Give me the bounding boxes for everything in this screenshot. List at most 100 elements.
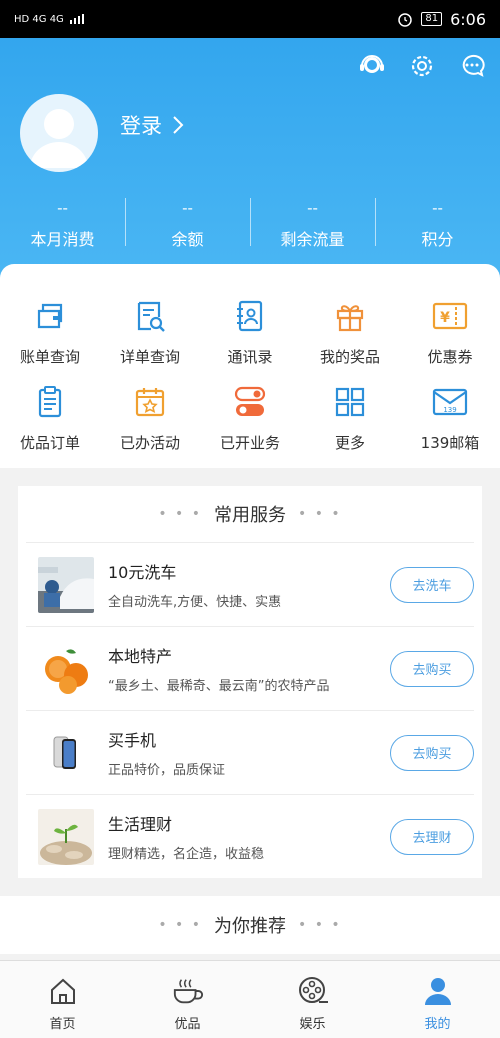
- clipboard-icon: [30, 382, 70, 422]
- grid-label: 优惠券: [427, 348, 473, 366]
- grid-item-coupons[interactable]: ¥ 优惠券: [400, 296, 500, 367]
- go-carwash-button[interactable]: 去洗车: [390, 566, 474, 603]
- grid-item-detail-search[interactable]: 详单查询: [100, 296, 200, 367]
- chevron-right-icon: [173, 116, 184, 134]
- bill-icon: [30, 296, 70, 336]
- detail-search-icon: [130, 296, 170, 336]
- stat-value: --: [182, 199, 193, 217]
- coffee-cup-icon: [172, 975, 204, 1007]
- tab-entertainment[interactable]: 娱乐: [250, 961, 375, 1038]
- svg-text:¥: ¥: [440, 310, 450, 326]
- recommend-section-title: • • • 为你推荐 • • •: [0, 896, 500, 954]
- grid-item-more[interactable]: 更多: [300, 382, 400, 453]
- contacts-icon: [230, 296, 270, 336]
- battery-level: 81: [421, 12, 443, 26]
- grid-item-contacts[interactable]: 通讯录: [200, 296, 300, 367]
- film-reel-icon: [297, 975, 329, 1007]
- grid-label: 已开业务: [219, 434, 280, 452]
- phone-thumbnail: [38, 724, 94, 781]
- title-dots-right: • • •: [298, 506, 342, 522]
- grid-label: 详单查询: [119, 348, 180, 366]
- service-row-phone[interactable]: 买手机 正品特价，品质保证 去购买: [26, 710, 474, 794]
- stat-remaining-data[interactable]: -- 剩余流量: [250, 196, 375, 250]
- grid-label: 已办活动: [119, 434, 180, 452]
- login-link[interactable]: 登录: [120, 110, 184, 140]
- grid-item-orders[interactable]: 优品订单: [0, 382, 100, 453]
- service-row-carwash[interactable]: 10元洗车 全自动洗车,方便、快捷、实惠 去洗车: [26, 542, 474, 626]
- go-finance-button[interactable]: 去理财: [390, 818, 474, 855]
- service-title: 10元洗车: [108, 563, 177, 582]
- grid-label: 通讯录: [227, 348, 273, 366]
- grid-label: 我的奖品: [319, 348, 380, 366]
- stat-points[interactable]: -- 积分: [375, 196, 500, 250]
- grid-item-mail[interactable]: 139 139邮箱: [400, 382, 500, 453]
- title-dots-left: • • •: [158, 917, 202, 933]
- message-icon[interactable]: [458, 52, 486, 80]
- tab-home[interactable]: 首页: [0, 961, 125, 1038]
- alarm-icon: [398, 13, 413, 27]
- stat-value: --: [57, 199, 68, 217]
- stat-label: 积分: [421, 230, 454, 249]
- recommend-title: 为你推荐: [214, 916, 286, 937]
- grid-item-activities[interactable]: 已办活动: [100, 382, 200, 453]
- service-subtitle: “最乡土、最稀奇、最云南”的农特产品: [108, 679, 330, 694]
- tab-label: 我的: [424, 1017, 451, 1032]
- service-row-local-products[interactable]: 本地特产 “最乡土、最稀奇、最云南”的农特产品 去购买: [26, 626, 474, 710]
- status-bar: HD 4G 4G 81 6:06: [0, 0, 500, 38]
- stat-label: 剩余流量: [280, 230, 345, 249]
- section-title: • • • 常用服务 • • •: [18, 486, 482, 542]
- stat-monthly-spend[interactable]: -- 本月消费: [0, 196, 125, 250]
- account-stats: -- 本月消费 -- 余额 -- 剩余流量 -- 积分: [0, 196, 500, 250]
- mail-badge: 139: [443, 406, 456, 414]
- signal-icon: [69, 14, 84, 24]
- grid-label: 更多: [334, 434, 365, 452]
- grid-label: 优品订单: [19, 434, 80, 452]
- stat-balance[interactable]: -- 余额: [125, 196, 250, 250]
- settings-icon[interactable]: [408, 52, 436, 80]
- stat-value: --: [432, 199, 443, 217]
- grid-label: 账单查询: [19, 348, 80, 366]
- service-subtitle: 正品特价，品质保证: [108, 763, 226, 778]
- grid-item-services[interactable]: 已开业务: [200, 382, 300, 453]
- buy-phone-button[interactable]: 去购买: [390, 734, 474, 771]
- tab-label: 娱乐: [299, 1017, 326, 1032]
- finance-thumbnail: [38, 808, 94, 865]
- buy-products-button[interactable]: 去购买: [390, 650, 474, 687]
- signal-indicators: HD 4G 4G: [14, 14, 84, 25]
- grid-item-bill[interactable]: 账单查询: [0, 296, 100, 367]
- service-title: 买手机: [108, 731, 157, 750]
- bottom-tab-bar: 首页 优品 娱乐 我的: [0, 960, 500, 1038]
- customer-service-icon[interactable]: [358, 52, 386, 80]
- grid-item-prizes[interactable]: 我的奖品: [300, 296, 400, 367]
- signal-text: HD 4G 4G: [14, 13, 64, 25]
- tab-products[interactable]: 优品: [125, 961, 250, 1038]
- coupon-icon: ¥: [430, 296, 470, 336]
- clock: 6:06: [450, 9, 486, 29]
- service-title: 本地特产: [108, 647, 173, 666]
- avatar[interactable]: [20, 94, 98, 172]
- service-title: 生活理财: [108, 815, 173, 834]
- title-dots-right: • • •: [298, 917, 342, 933]
- service-row-finance[interactable]: 生活理财 理财精选，名企造，收益稳 去理财: [26, 794, 474, 878]
- toggle-icon: [230, 382, 270, 422]
- tab-label: 首页: [49, 1017, 76, 1032]
- stat-value: --: [307, 199, 318, 217]
- carwash-thumbnail: [38, 556, 94, 613]
- stat-label: 余额: [171, 230, 204, 249]
- more-grid-icon: [330, 382, 370, 422]
- profile-header: 登录 -- 本月消费 -- 余额 -- 剩余流量 -- 积分: [0, 38, 500, 288]
- tab-label: 优品: [174, 1017, 201, 1032]
- common-services: • • • 常用服务 • • • 10元洗车 全自动洗车,方便、快捷、实惠 去洗…: [18, 486, 482, 878]
- home-icon: [47, 975, 79, 1007]
- service-subtitle: 理财精选，名企造，收益稳: [108, 847, 265, 862]
- login-label: 登录: [120, 114, 162, 138]
- tab-mine[interactable]: 我的: [375, 961, 500, 1038]
- user-icon: [422, 975, 454, 1007]
- gift-icon: [330, 296, 370, 336]
- stat-label: 本月消费: [30, 230, 95, 249]
- service-subtitle: 全自动洗车,方便、快捷、实惠: [108, 595, 282, 610]
- grid-label: 139邮箱: [420, 434, 480, 452]
- section-title-text: 常用服务: [214, 505, 286, 526]
- mail-icon: 139: [430, 382, 470, 422]
- calendar-star-icon: [130, 382, 170, 422]
